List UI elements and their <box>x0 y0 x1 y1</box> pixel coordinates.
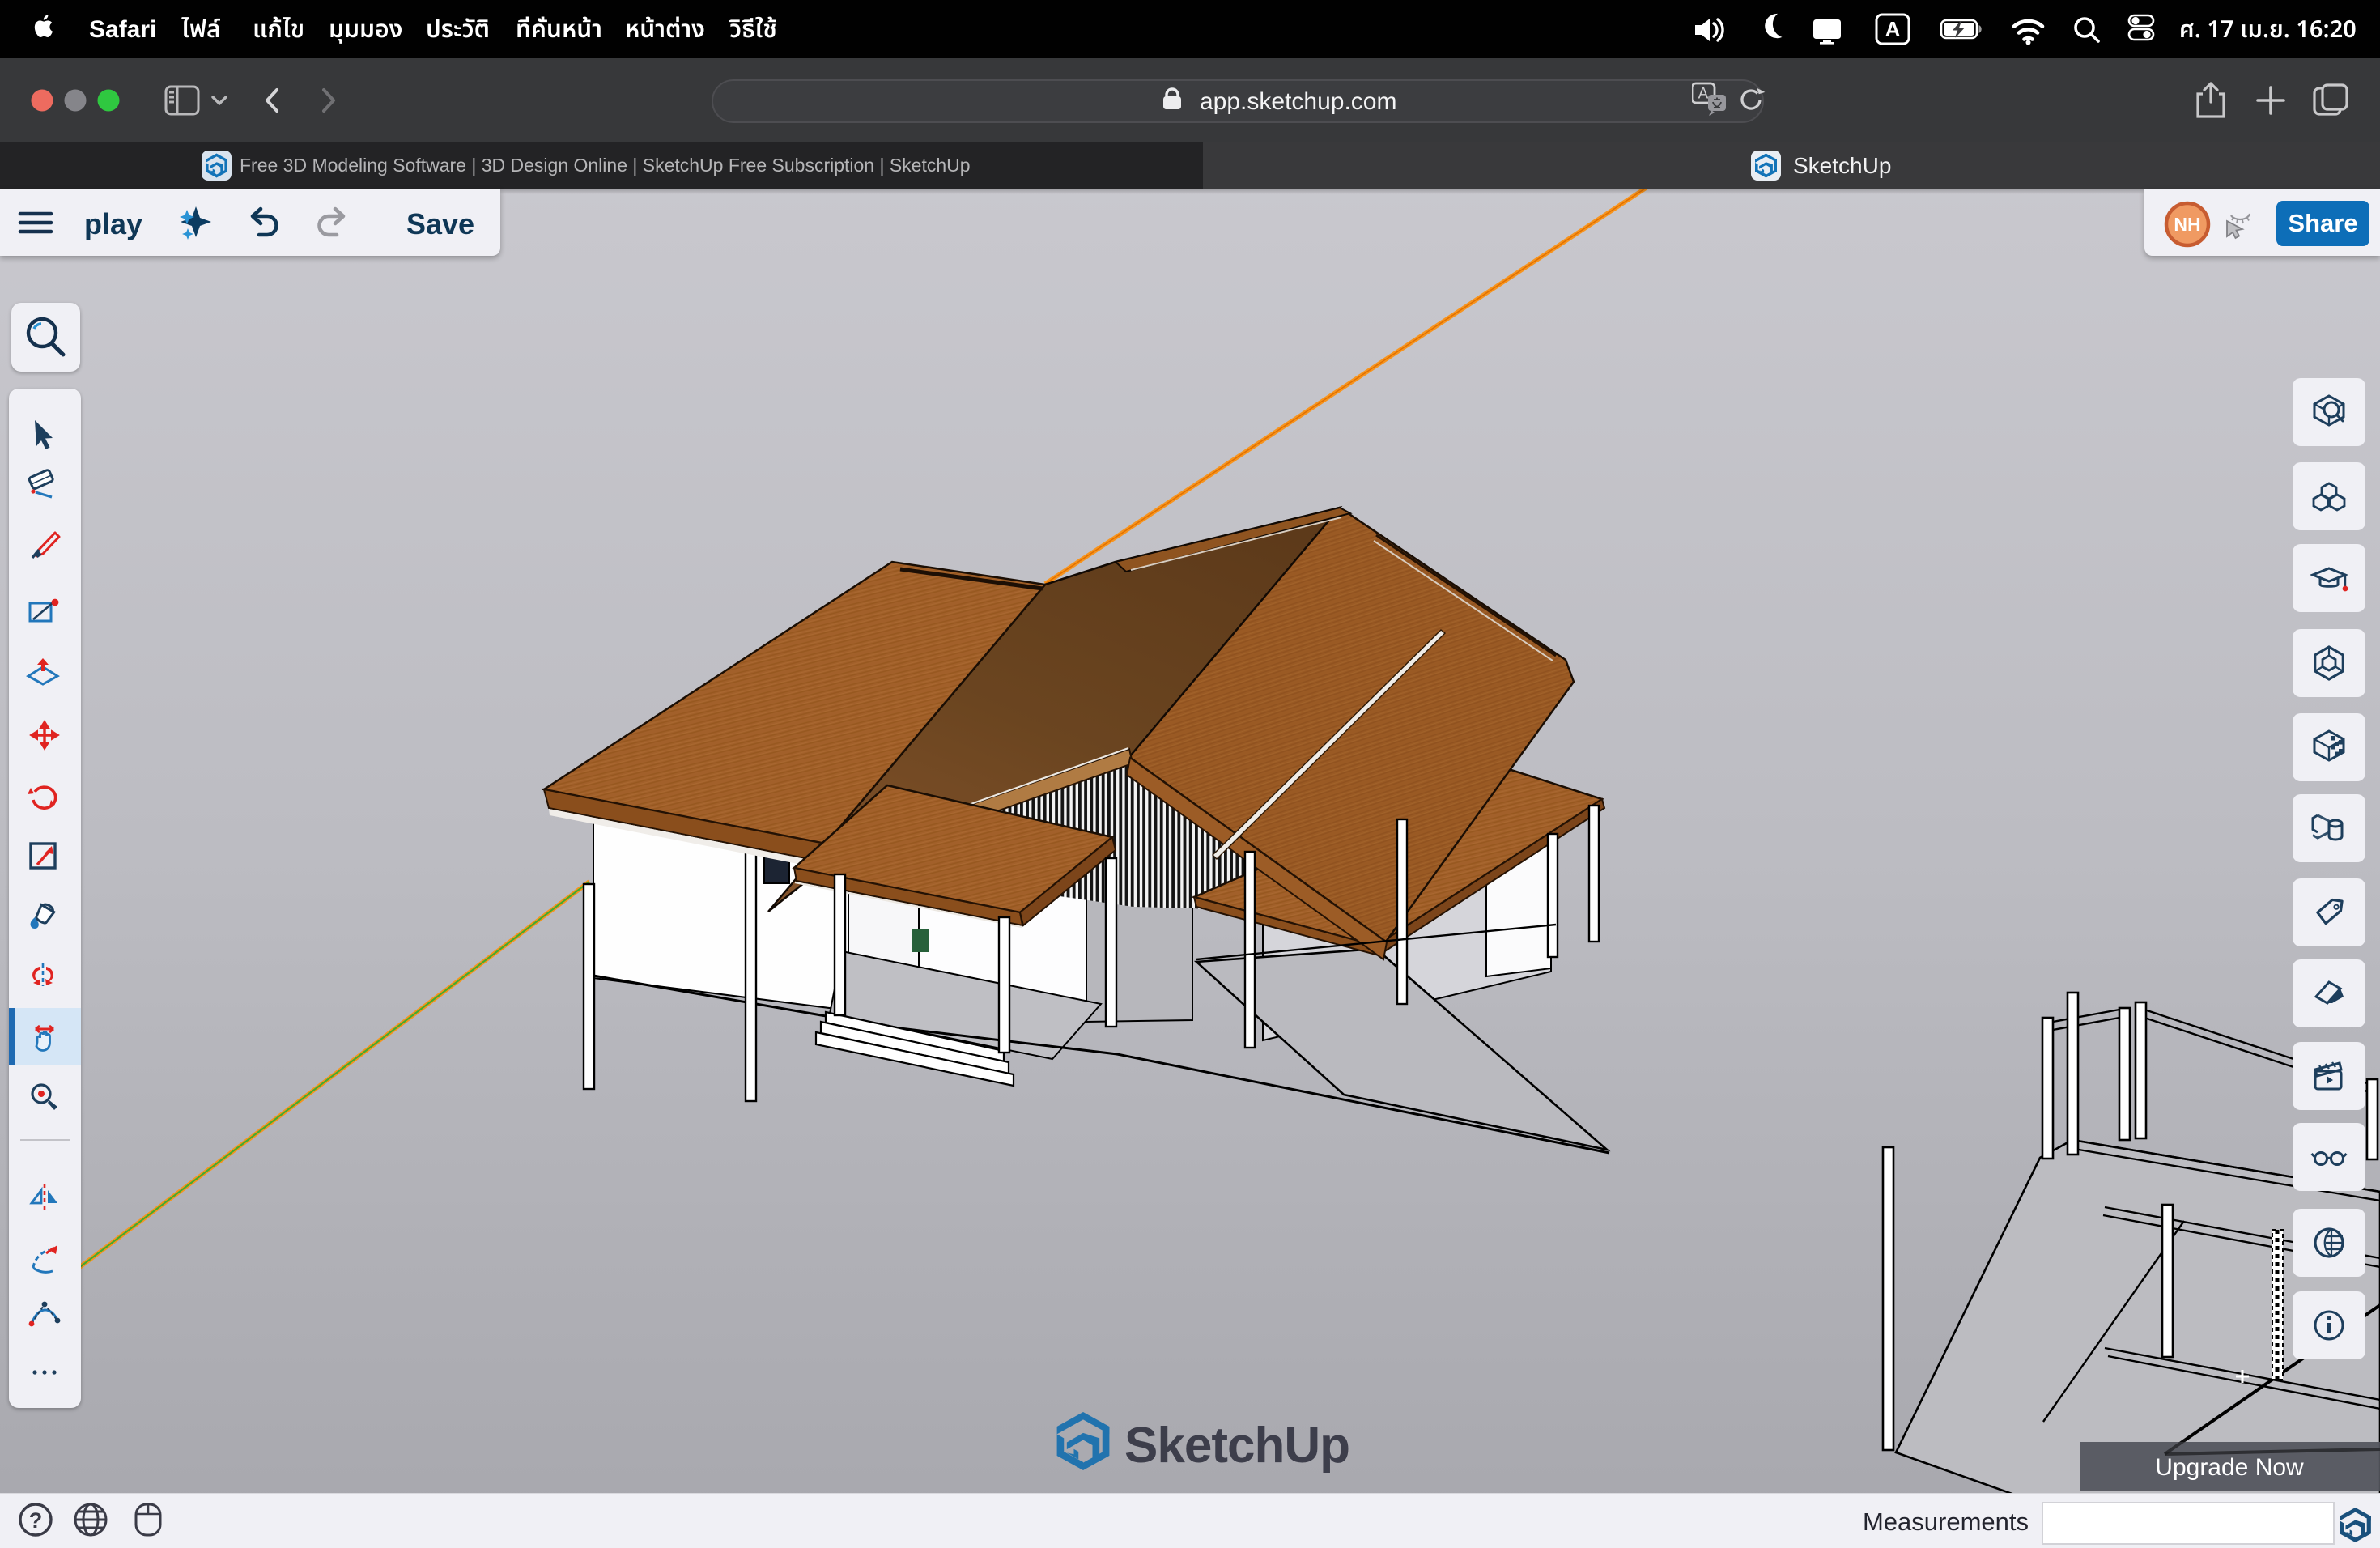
svg-text:A: A <box>1698 86 1709 103</box>
svg-text:SketchUp: SketchUp <box>1124 1418 1349 1474</box>
svg-text:NH: NH <box>2174 214 2200 235</box>
svg-text:A: A <box>1885 17 1901 41</box>
svg-text:Save: Save <box>406 207 474 240</box>
svg-text:SketchUp: SketchUp <box>1793 153 1891 178</box>
svg-text:?: ? <box>29 1508 43 1533</box>
svg-text:play: play <box>84 207 142 240</box>
svg-text:Safari: Safari <box>89 16 156 43</box>
svg-text:Upgrade Now: Upgrade Now <box>2155 1454 2304 1481</box>
